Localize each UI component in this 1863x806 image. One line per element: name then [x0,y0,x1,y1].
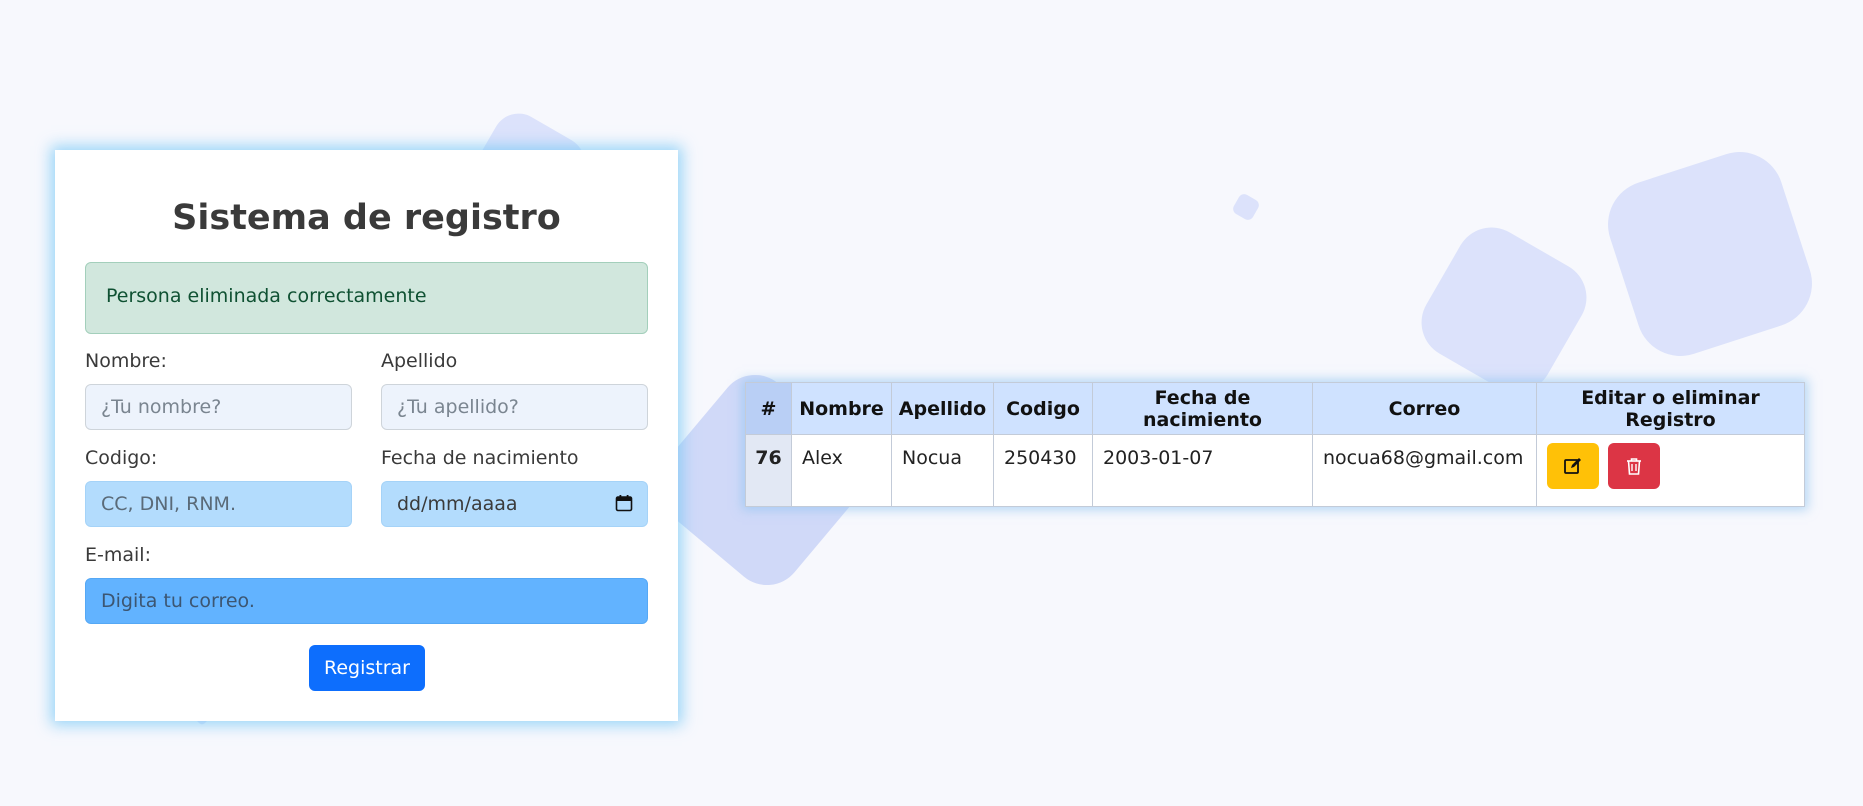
codigo-input[interactable]: CC, DNI, RNM. [85,481,352,527]
calendar-icon[interactable] [615,494,633,512]
table-header-row: # Nombre Apellido Codigo Fecha de nacimi… [745,382,1805,435]
success-alert: Persona eliminada correctamente [85,262,648,334]
apellido-input[interactable]: ¿Tu apellido? [381,384,648,430]
row-correo: nocua68@gmail.com [1312,434,1537,507]
email-label: E-mail: [85,544,151,566]
header-acciones: Editar o eliminar Registro [1536,382,1805,435]
nombre-label: Nombre: [85,350,167,372]
edit-button[interactable] [1547,443,1599,489]
row-id: 76 [745,434,792,507]
row-fecha: 2003-01-07 [1092,434,1313,507]
row-apellido: Nocua [891,434,994,507]
header-nombre: Nombre [791,382,892,435]
header-fecha: Fecha de nacimiento [1092,382,1313,435]
trash-icon [1627,458,1642,475]
row-nombre: Alex [791,434,892,507]
fecha-label: Fecha de nacimiento [381,447,579,469]
decor-shape [1230,191,1262,223]
decor-shape [1596,140,1824,368]
header-codigo: Codigo [993,382,1093,435]
nombre-input[interactable]: ¿Tu nombre? [85,384,352,430]
table-row: 76 Alex Nocua 250430 2003-01-07 nocua68@… [745,434,1805,507]
row-codigo: 250430 [993,434,1093,507]
page-title: Sistema de registro [172,198,561,238]
fecha-nacimiento-input[interactable]: dd/mm/aaaa [381,481,648,527]
header-num: # [745,382,792,435]
header-correo: Correo [1312,382,1537,435]
registros-table-container: # Nombre Apellido Codigo Fecha de nacimi… [745,382,1805,507]
row-actions [1536,434,1805,507]
registrar-button[interactable]: Registrar [309,645,425,691]
decor-shape [1408,214,1600,406]
email-input[interactable]: Digita tu correo. [85,578,648,624]
header-apellido: Apellido [891,382,994,435]
registros-table: # Nombre Apellido Codigo Fecha de nacimi… [745,382,1805,507]
apellido-label: Apellido [381,350,458,372]
codigo-label: Codigo: [85,447,158,469]
registration-form-card: Sistema de registro Persona eliminada co… [55,150,678,721]
edit-icon [1564,458,1581,474]
fecha-placeholder: dd/mm/aaaa [397,493,518,515]
delete-button[interactable] [1608,443,1661,489]
